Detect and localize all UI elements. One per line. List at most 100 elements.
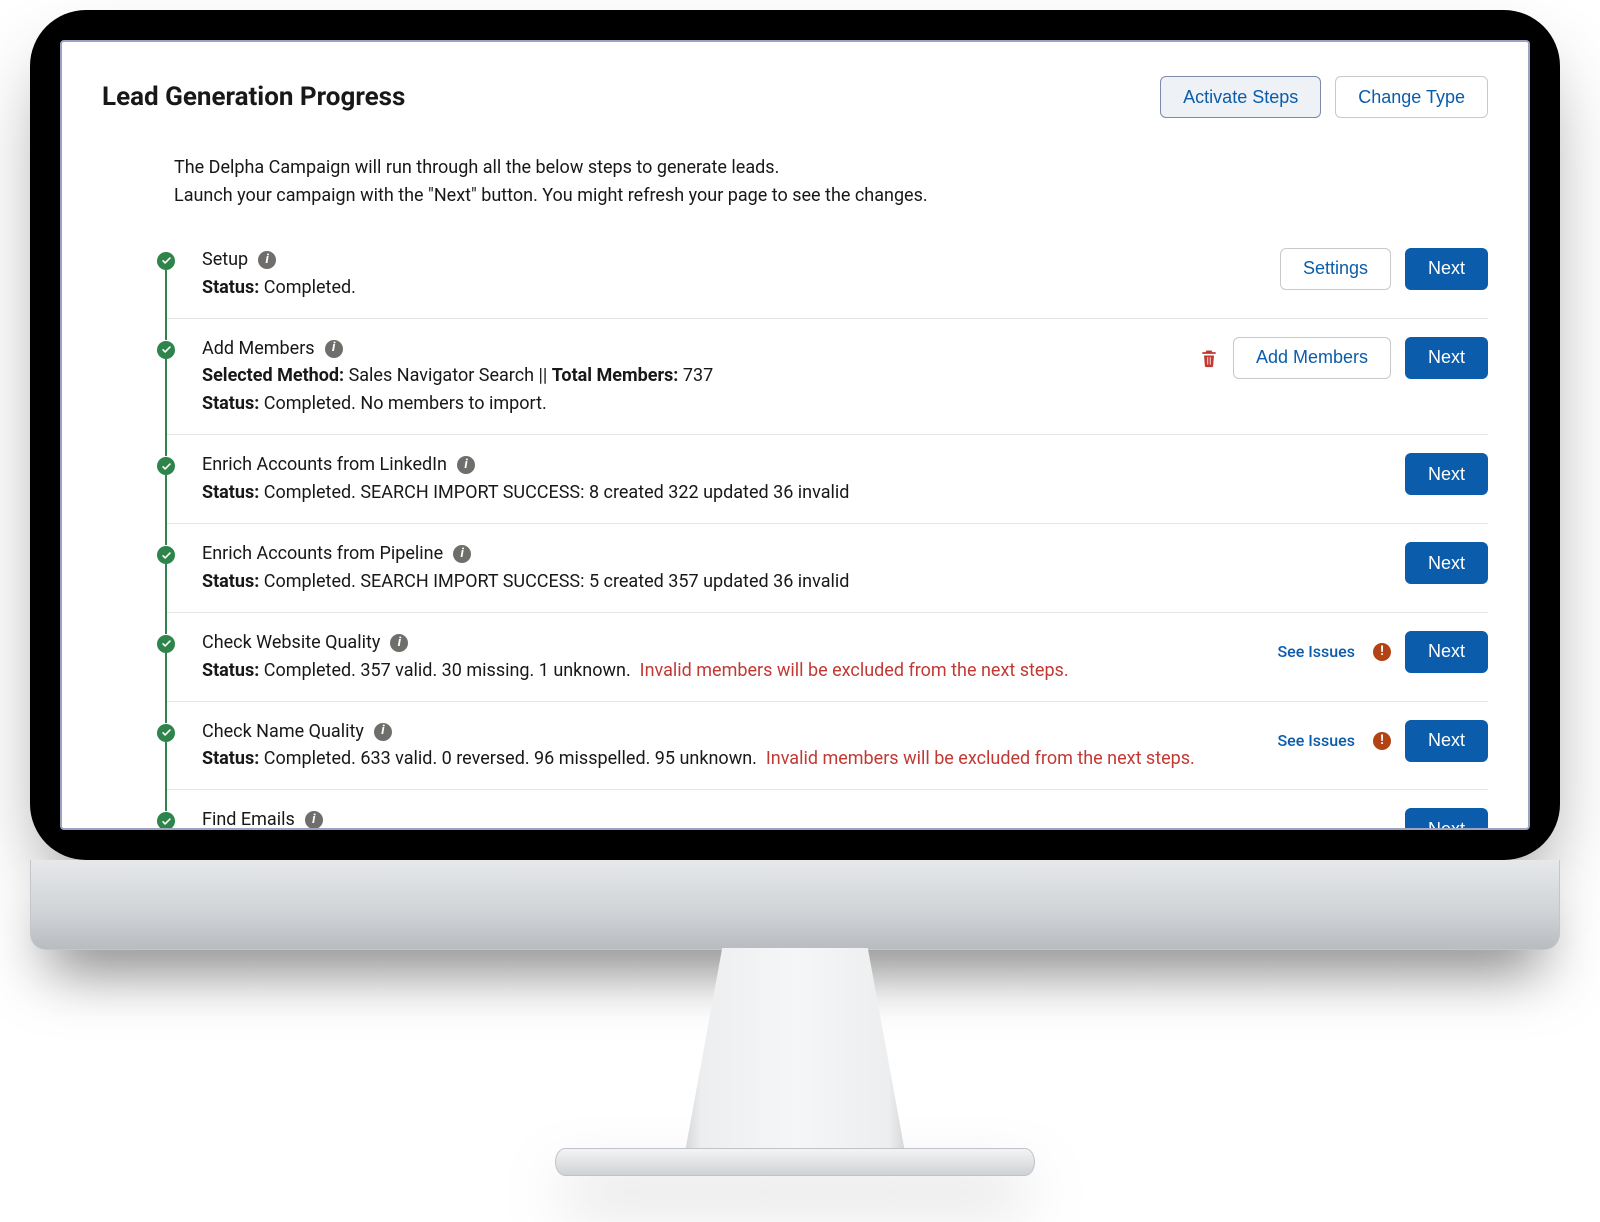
status-warning: Invalid members will be excluded from th… <box>640 660 1069 681</box>
delete-icon[interactable] <box>1199 348 1219 368</box>
device-foot <box>555 1148 1035 1176</box>
step-text: Check Name Quality i Status: Completed. 63… <box>202 718 1195 774</box>
step-content: Check Name Quality i Status: Completed. 63… <box>202 718 1488 774</box>
status-label: Status: <box>202 277 259 298</box>
activate-steps-button[interactable]: Activate Steps <box>1160 76 1321 118</box>
status-label: Status: <box>202 748 259 769</box>
total-members-value: 737 <box>683 365 713 386</box>
check-icon <box>157 341 175 359</box>
step-status: Status: Completed. 633 valid. 0 reversed… <box>202 745 1195 773</box>
check-icon <box>157 252 175 270</box>
device-neck <box>665 948 925 1148</box>
intro-text: The Delpha Campaign will run through all… <box>174 154 1488 210</box>
page: Lead Generation Progress Activate Steps … <box>62 42 1528 830</box>
selected-method-value: Sales Navigator Search <box>349 365 534 386</box>
info-icon[interactable]: i <box>374 723 392 741</box>
step-content: Check Website Qualityi Status: Completed.… <box>202 629 1488 685</box>
step-actions: Next <box>1405 806 1488 830</box>
step-row: Enrich Accounts from LinkedIn i Status: Co… <box>166 435 1488 524</box>
step-row: Check Name Quality i Status: Completed. 63… <box>166 702 1488 791</box>
page-title: Lead Generation Progress <box>102 82 405 112</box>
check-icon <box>157 812 175 830</box>
status-value: Completed. SEARCH IMPORT SUCCESS: 8 crea… <box>264 482 850 503</box>
see-issues-link[interactable]: See Issues <box>1277 731 1355 750</box>
step-title-label: Enrich Accounts from LinkedIn <box>202 451 447 479</box>
step-actions: See Issues! Next <box>1277 718 1488 762</box>
header-actions: Activate Steps Change Type <box>1160 76 1488 118</box>
step-row: Add Members i Selected Method: Sales Navig… <box>166 319 1488 436</box>
step-text: Add Members i Selected Method: Sales Navig… <box>202 335 713 419</box>
step-row: Enrich Accounts from Pipeline i Status: Co… <box>166 524 1488 613</box>
warning-icon: ! <box>1373 732 1391 750</box>
step-title-label: Enrich Accounts from Pipeline <box>202 540 443 568</box>
step-content: Enrich Accounts from LinkedIn i Status: Co… <box>202 451 1488 507</box>
status-label: Status: <box>202 660 259 681</box>
status-value: Completed. 357 valid. 30 missing. 1 unkn… <box>264 660 631 681</box>
intro-line-1: The Delpha Campaign will run through all… <box>174 154 1488 182</box>
next-button[interactable]: Next <box>1405 720 1488 762</box>
status-value: Completed. 633 valid. 0 reversed. 96 mis… <box>264 748 757 769</box>
step-row: Check Website Qualityi Status: Completed.… <box>166 613 1488 702</box>
warning-icon: ! <box>1373 643 1391 661</box>
see-issues-link[interactable]: See Issues <box>1277 642 1355 661</box>
next-button[interactable]: Next <box>1405 337 1488 379</box>
status-value: Completed. SEARCH IMPORT SUCCESS: 5 crea… <box>264 571 850 592</box>
next-button[interactable]: Next <box>1405 248 1488 290</box>
next-button[interactable]: Next <box>1405 808 1488 830</box>
step-title: Check Website Qualityi <box>202 629 408 657</box>
check-icon <box>157 635 175 653</box>
status-label: Status: <box>202 571 259 592</box>
step-row: Find EmailsiStatus: Completed. 109 succe… <box>166 790 1488 830</box>
step-title-label: Setup <box>202 246 248 274</box>
status-value: Completed. <box>264 277 356 298</box>
step-title: Add Members i <box>202 335 343 363</box>
device-bezel: Lead Generation Progress Activate Steps … <box>30 10 1560 860</box>
step-actions: Next <box>1405 451 1488 495</box>
step-row: SetupiStatus: Completed.SettingsNext <box>166 230 1488 319</box>
step-text: Check Website Qualityi Status: Completed.… <box>202 629 1069 685</box>
step-title-label: Find Emails <box>202 806 295 830</box>
step-text: Enrich Accounts from LinkedIn i Status: Co… <box>202 451 849 507</box>
step-status: Status: Completed. SEARCH IMPORT SUCCESS… <box>202 568 849 596</box>
step-text: SetupiStatus: Completed. <box>202 246 356 302</box>
step-title-label: Check Name Quality <box>202 718 364 746</box>
step-title-label: Add Members <box>202 335 315 363</box>
info-icon[interactable]: i <box>325 340 343 358</box>
status-label: Status: <box>202 482 259 503</box>
step-status: Status: Completed. No members to import. <box>202 390 713 418</box>
info-icon[interactable]: i <box>390 634 408 652</box>
intro-line-2: Launch your campaign with the "Next" but… <box>174 182 1488 210</box>
step-content: Add Members i Selected Method: Sales Navig… <box>202 335 1488 419</box>
step-title: Enrich Accounts from LinkedIn i <box>202 451 475 479</box>
next-button[interactable]: Next <box>1405 453 1488 495</box>
step-status: Status: Completed. <box>202 274 356 302</box>
check-icon <box>157 457 175 475</box>
step-actions: Add Members Next <box>1199 335 1488 379</box>
steps-timeline: SetupiStatus: Completed.SettingsNextAdd … <box>166 230 1488 830</box>
info-icon[interactable]: i <box>453 545 471 563</box>
step-text: Enrich Accounts from Pipeline i Status: Co… <box>202 540 849 596</box>
change-type-button[interactable]: Change Type <box>1335 76 1488 118</box>
selected-method-label: Selected Method: <box>202 365 344 386</box>
add-members-button[interactable]: Add Members <box>1233 337 1391 379</box>
step-title: Check Name Quality i <box>202 718 392 746</box>
step-status: Status: Completed. SEARCH IMPORT SUCCESS… <box>202 479 849 507</box>
info-icon[interactable]: i <box>457 456 475 474</box>
check-icon <box>157 546 175 564</box>
step-text: Find EmailsiStatus: Completed. 109 succe… <box>202 806 861 830</box>
device-chin <box>30 860 1560 950</box>
info-icon[interactable]: i <box>305 811 323 829</box>
step-title: Setupi <box>202 246 276 274</box>
step-meta: Selected Method: Sales Navigator Search … <box>202 362 713 390</box>
step-content: SetupiStatus: Completed.SettingsNext <box>202 246 1488 302</box>
device-mock: Lead Generation Progress Activate Steps … <box>30 10 1560 1176</box>
status-warning: Invalid members will be excluded from th… <box>766 748 1195 769</box>
settings-button[interactable]: Settings <box>1280 248 1391 290</box>
info-icon[interactable]: i <box>258 251 276 269</box>
device-screen: Lead Generation Progress Activate Steps … <box>60 40 1530 830</box>
step-title: Find Emails i <box>202 806 323 830</box>
step-actions: Settings Next <box>1280 246 1488 290</box>
next-button[interactable]: Next <box>1405 542 1488 584</box>
next-button[interactable]: Next <box>1405 631 1488 673</box>
step-actions: Next <box>1405 540 1488 584</box>
